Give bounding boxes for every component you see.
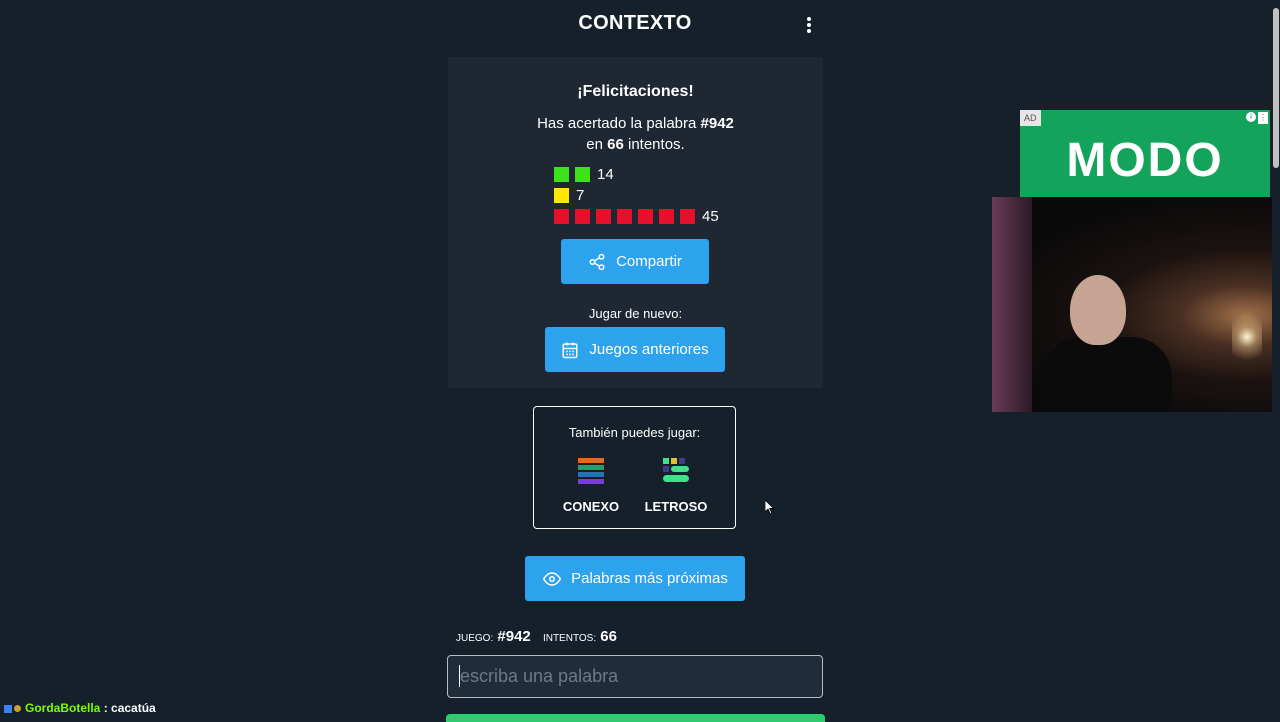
closest-words-label: Palabras más próximas <box>571 570 728 587</box>
chat-username: GordaBotella <box>25 701 101 715</box>
congrats-heading: ¡Felicitaciones! <box>577 83 694 100</box>
result-card: ¡Felicitaciones! Has acertado la palabra… <box>448 57 823 388</box>
ad-menu-icon[interactable]: ⋮ <box>1258 112 1268 124</box>
word-input[interactable] <box>447 655 823 698</box>
chat-badge-icon <box>4 704 12 713</box>
letroso-icon <box>663 458 689 482</box>
red-square <box>617 209 632 224</box>
game-key: JUEGO: <box>456 633 494 644</box>
green-guess-bar <box>446 714 825 722</box>
conexo-label: CONEXO <box>562 499 620 514</box>
red-square <box>575 209 590 224</box>
attempt-count: 66 <box>607 136 624 153</box>
ad-info-icon[interactable]: i <box>1246 112 1256 122</box>
stat-count: 7 <box>576 187 585 204</box>
ad-tag: AD <box>1020 110 1041 126</box>
red-square <box>638 209 653 224</box>
page-scrollbar[interactable] <box>1272 0 1280 720</box>
result-summary: Has acertado la palabra #942 en 66 inten… <box>448 113 823 155</box>
webcam-curtain <box>992 197 1032 412</box>
webcam-person-body <box>1042 337 1172 412</box>
game-info: JUEGO: #942 INTENTOS: 66 <box>456 628 625 645</box>
stat-row-red: 45 <box>554 206 719 227</box>
stat-row-green: 14 <box>554 164 719 185</box>
attempts-key: INTENTOS: <box>542 633 597 644</box>
ad-logo: MODO <box>1066 134 1224 187</box>
also-play-title: También puedes jugar: <box>568 425 701 440</box>
chat-badge-icon <box>14 705 21 713</box>
stat-count: 45 <box>702 208 719 225</box>
chat-text: cacatúa <box>111 701 156 715</box>
red-square <box>659 209 674 224</box>
red-square <box>680 209 695 224</box>
share-label: Compartir <box>616 253 682 270</box>
summary-in: en <box>586 136 608 153</box>
word-number: #942 <box>700 115 734 132</box>
game-number: #942 <box>497 628 531 645</box>
also-play-box: También puedes jugar: CONEXO LETROSO <box>533 406 736 529</box>
webcam-person-head <box>1070 275 1126 345</box>
stat-count: 14 <box>597 166 614 183</box>
green-square <box>554 167 569 182</box>
conexo-link[interactable]: CONEXO <box>556 457 626 514</box>
eye-icon <box>543 571 562 586</box>
chat-message: GordaBotella : cacatúa <box>4 701 156 715</box>
yellow-square <box>554 188 569 203</box>
scrollbar-thumb[interactable] <box>1273 8 1279 168</box>
letroso-link[interactable]: LETROSO <box>641 457 711 514</box>
red-square <box>554 209 569 224</box>
more-options-icon[interactable] <box>802 17 816 37</box>
attempts-number: 66 <box>600 628 617 645</box>
conexo-icon <box>578 458 604 484</box>
closest-words-button[interactable]: Palabras más próximas <box>525 556 745 601</box>
green-square <box>575 167 590 182</box>
calendar-icon <box>562 342 578 358</box>
stat-row-yellow: 7 <box>554 185 719 206</box>
stats-breakdown: 14 7 45 <box>554 164 719 227</box>
mouse-cursor-icon <box>765 500 775 515</box>
page-title: CONTEXTO <box>578 12 692 34</box>
red-square <box>596 209 611 224</box>
previous-games-button[interactable]: Juegos anteriores <box>545 327 725 372</box>
summary-suffix: intentos. <box>623 136 685 153</box>
ad-banner[interactable]: AD i ⋮ MODO <box>1020 110 1270 197</box>
text-caret <box>459 665 460 687</box>
chat-separator: : <box>100 701 112 715</box>
webcam-overlay <box>992 197 1280 412</box>
play-again-label: Jugar de nuevo: <box>588 306 683 321</box>
letroso-label: LETROSO <box>644 499 708 514</box>
share-icon <box>589 253 605 270</box>
previous-games-label: Juegos anteriores <box>589 341 709 358</box>
summary-prefix: Has acertado la palabra <box>537 115 701 132</box>
share-button[interactable]: Compartir <box>561 239 709 284</box>
webcam-lights <box>1232 307 1262 367</box>
